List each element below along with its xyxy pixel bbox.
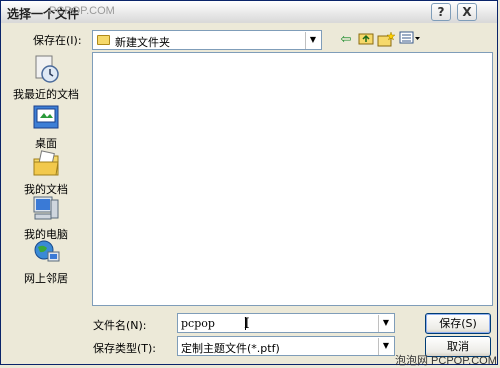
top-watermark: PCPOP.COM [49,5,115,17]
view-menu-icon[interactable] [399,31,421,49]
file-type-value: 定制主题文件(*.ptf) [181,342,280,355]
file-type-dropdown[interactable]: 定制主题文件(*.ptf) ▼ [177,336,395,356]
i-beam-cursor-icon: I [244,316,250,332]
file-list[interactable] [92,52,493,306]
close-button[interactable]: X [457,3,477,21]
network-places-icon [31,238,61,268]
place-my-computer[interactable]: 我的电脑 [9,194,83,242]
chevron-down-icon[interactable]: ▼ [378,315,393,332]
save-button[interactable]: 保存(S) [425,313,491,334]
desktop-icon [31,103,61,133]
place-label: 网上邻居 [24,272,68,285]
save-dialog: 选择一个文件 PCPOP.COM ? X 保存在(I): 新建文件夹 ▼ ⇦ 我… [0,0,498,367]
place-desktop[interactable]: 桌面 [9,103,83,151]
up-folder-icon[interactable] [357,31,375,49]
places-bar: 我最近的文档 桌面 我的文档 我的电脑 网上邻居 [9,52,83,286]
file-type-label: 保存类型(T): [93,342,157,355]
file-name-input[interactable]: pcpop ▼ [177,313,395,333]
back-arrow-icon[interactable]: ⇦ [337,31,355,49]
my-computer-icon [31,194,61,224]
new-folder-icon[interactable] [377,31,396,49]
bottom-watermark: 泡泡网 PCPOP.COM [395,355,497,367]
help-button[interactable]: ? [431,3,451,21]
title-bar[interactable]: 选择一个文件 PCPOP.COM ? X [1,1,497,23]
file-name-label: 文件名(N): [93,319,147,332]
my-documents-icon [31,149,61,179]
save-in-value: 新建文件夹 [115,36,170,49]
place-recent-documents[interactable]: 我最近的文档 [9,54,83,102]
place-network[interactable]: 网上邻居 [9,238,83,286]
chevron-down-icon[interactable]: ▼ [305,32,320,49]
save-in-label: 保存在(I): [33,34,82,47]
save-in-dropdown[interactable]: 新建文件夹 ▼ [92,30,322,50]
chevron-down-icon[interactable]: ▼ [378,338,393,355]
folder-icon [97,35,110,45]
place-my-documents[interactable]: 我的文档 [9,149,83,197]
file-name-value: pcpop [181,317,215,330]
place-label: 我最近的文档 [13,88,79,101]
recent-documents-icon [31,54,61,84]
